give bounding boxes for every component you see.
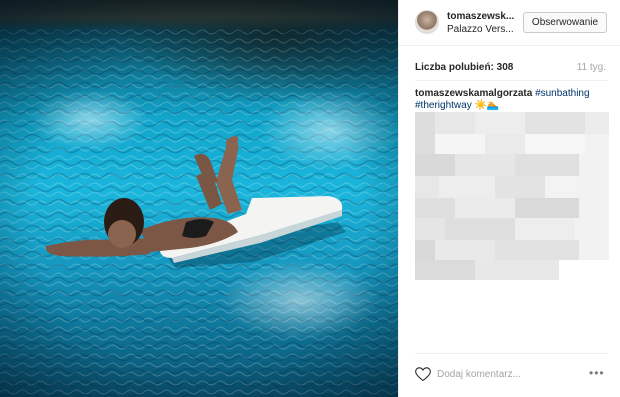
post-caption: tomaszewskamalgorzata #sunbathing #theri… [415,88,607,112]
blurred-comments [415,112,609,280]
heart-icon[interactable] [415,367,431,382]
divider [415,353,607,354]
pixelated-overlay [415,112,609,280]
caption-emoji: ☀️🏊 [474,100,500,111]
author-location[interactable]: Palazzo Vers... [447,24,519,35]
likes-count[interactable]: Liczba polubień: 308 [415,62,513,73]
comment-input[interactable] [437,366,577,382]
post-time[interactable]: 11 tyg. [577,62,606,73]
photo-vignette [0,0,398,397]
post-photo[interactable] [0,0,398,397]
avatar[interactable] [415,10,439,34]
hashtag-therightway[interactable]: #therightway [415,100,472,111]
author-username[interactable]: tomaszewsk... [447,11,519,22]
more-options-icon[interactable]: ••• [589,367,605,379]
divider [415,80,607,81]
post-sidebar: tomaszewsk... Palazzo Vers... Obserwowan… [398,0,620,397]
post-header: tomaszewsk... Palazzo Vers... Obserwowan… [399,0,620,46]
following-button[interactable]: Obserwowanie [523,12,607,33]
hashtag-sunbathing[interactable]: #sunbathing [535,88,590,99]
caption-username[interactable]: tomaszewskamalgorzata [415,88,532,99]
